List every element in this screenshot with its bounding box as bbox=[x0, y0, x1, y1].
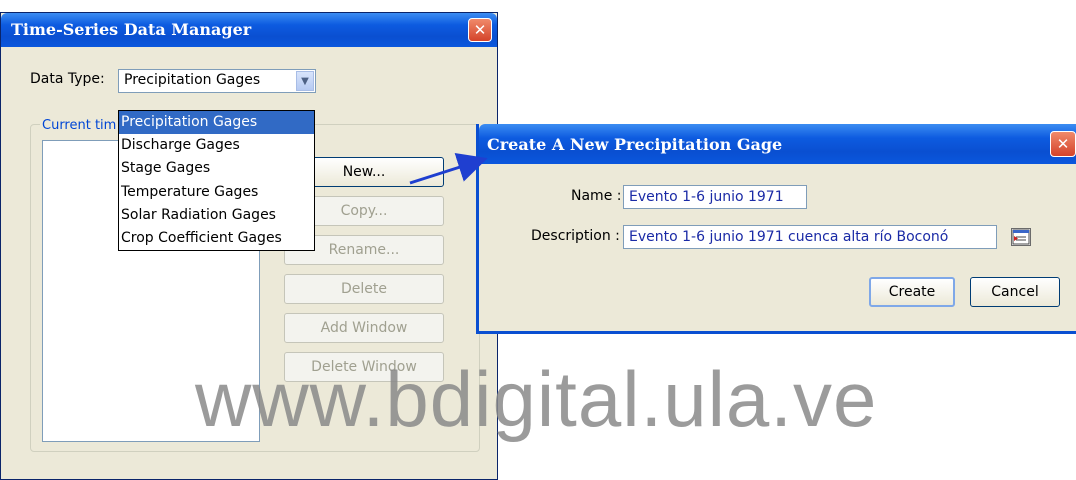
callout-arrow bbox=[409, 153, 488, 185]
